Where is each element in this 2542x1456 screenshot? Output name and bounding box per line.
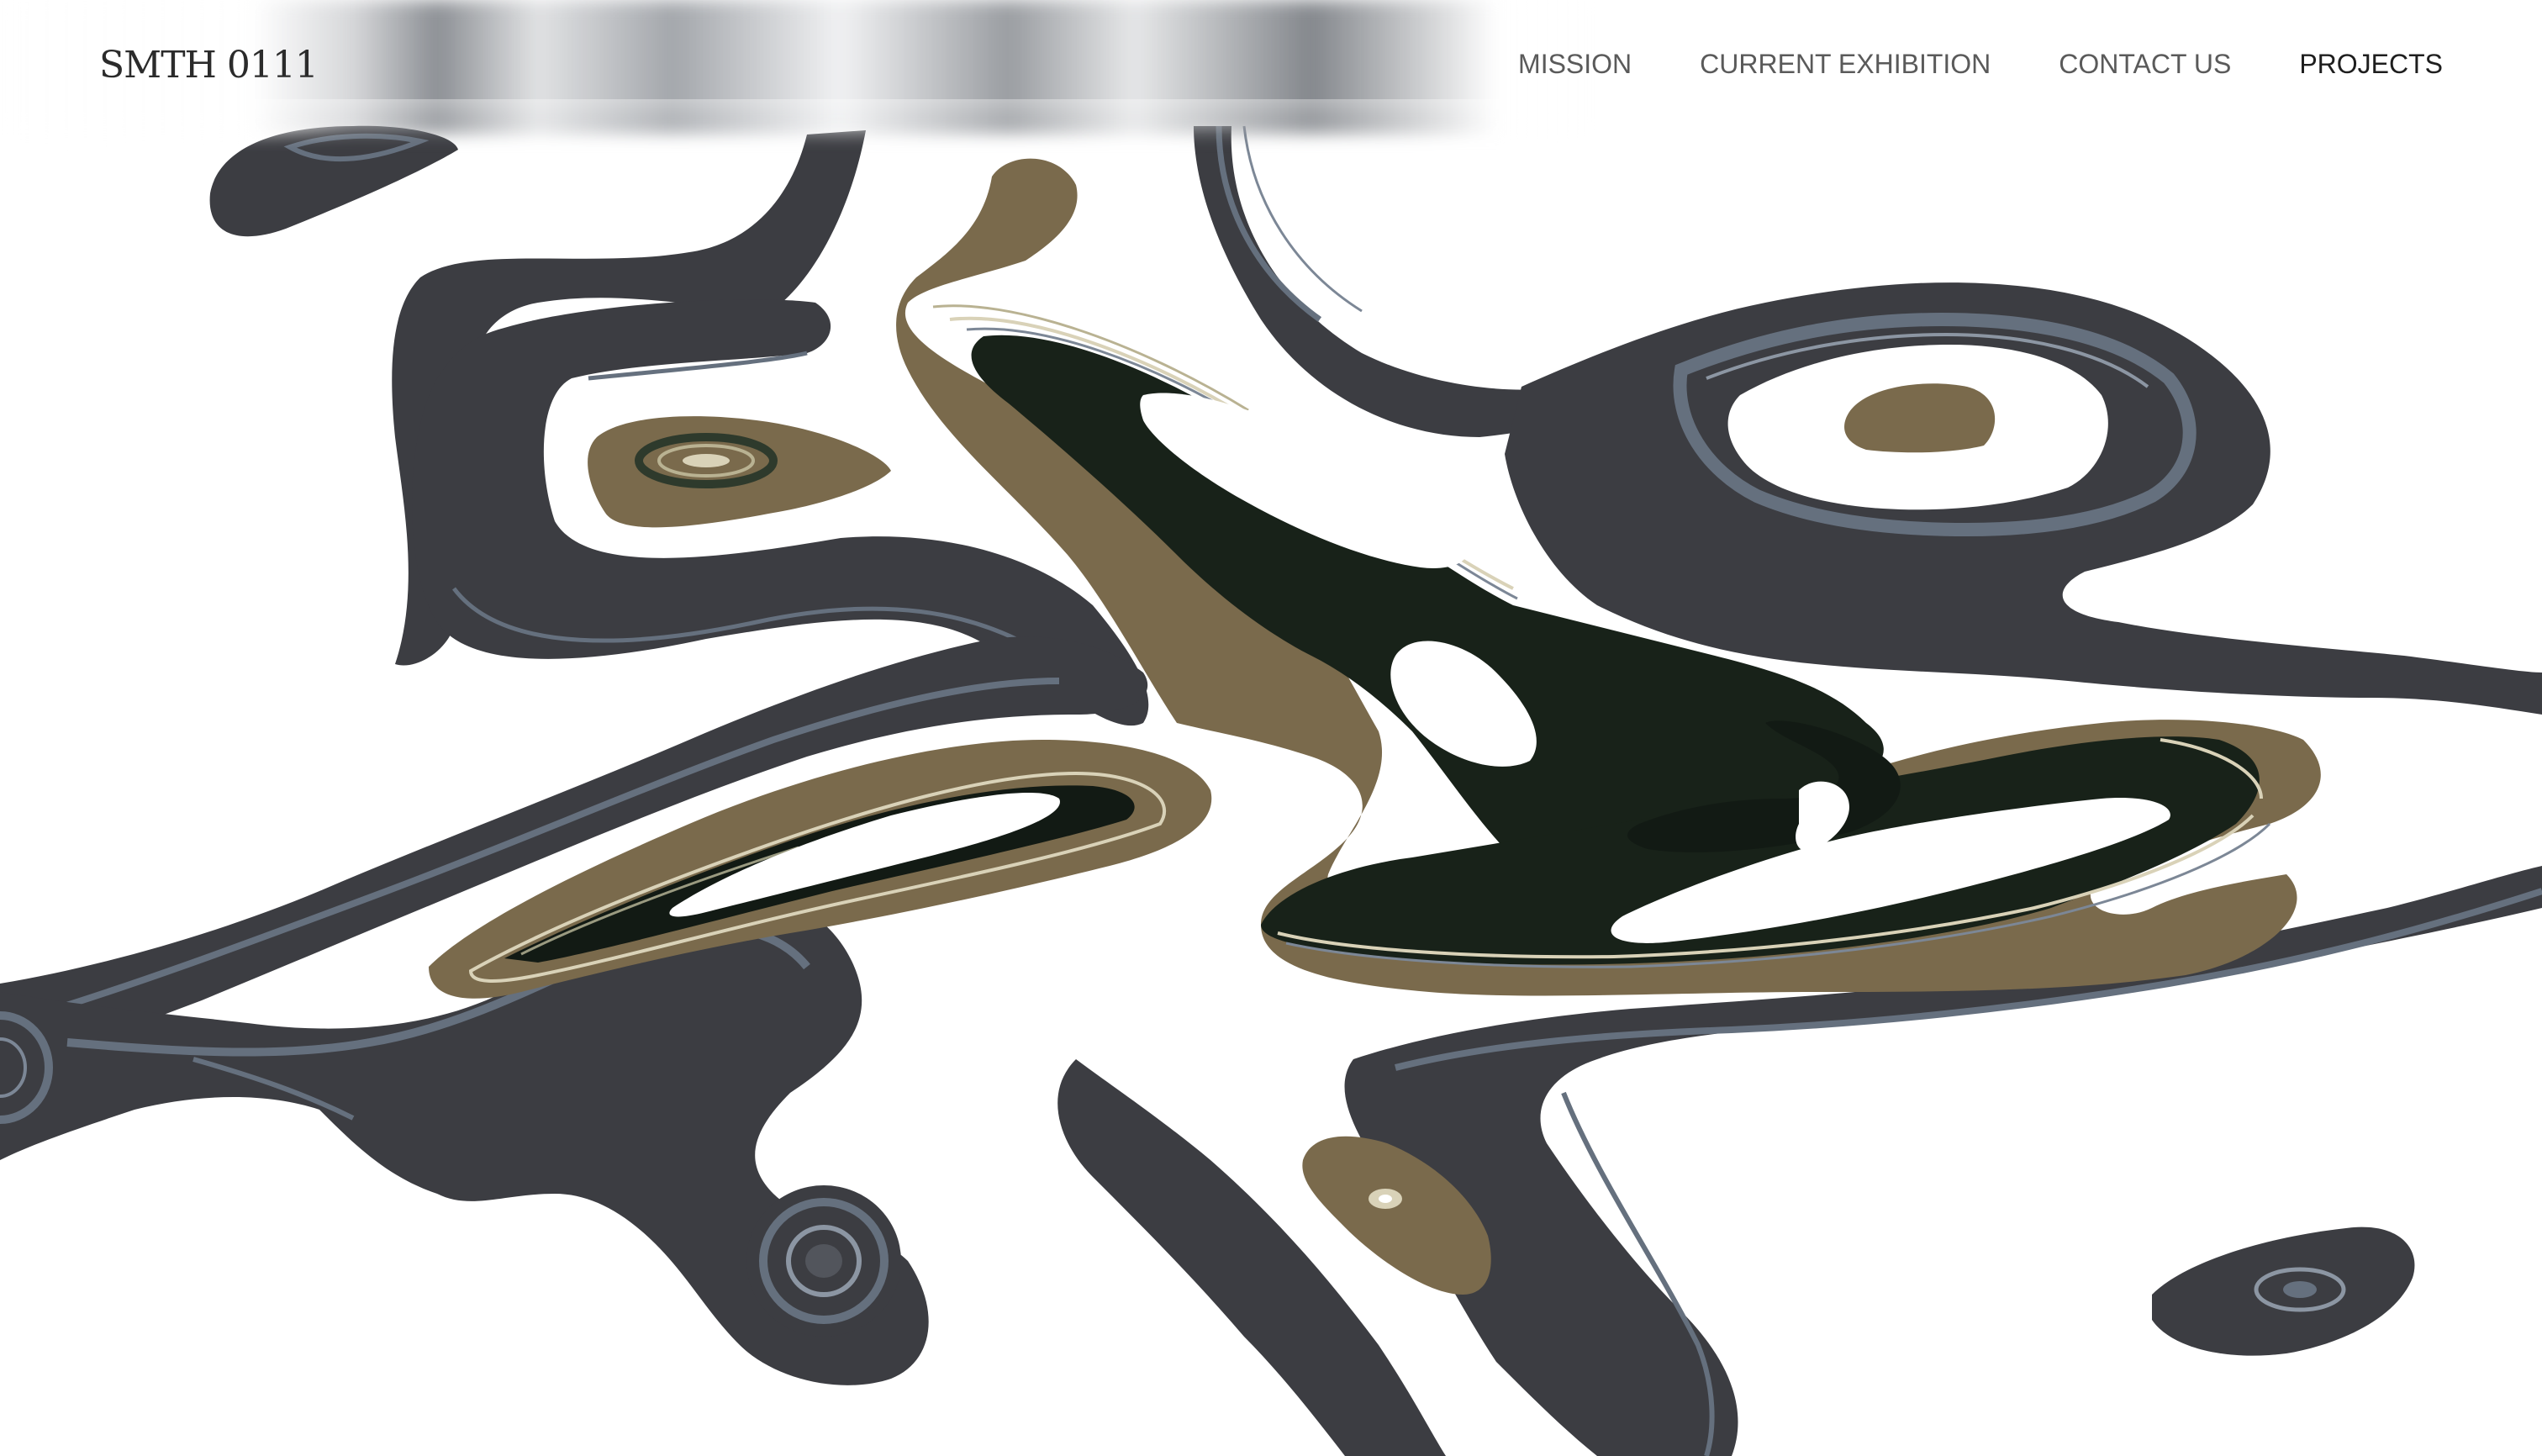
site-header: SMTH 0111 MISSION CURRENT EXHIBITION CON…	[0, 0, 2542, 135]
page: SMTH 0111 MISSION CURRENT EXHIBITION CON…	[0, 0, 2542, 1456]
nav-link-projects[interactable]: PROJECTS	[2299, 46, 2443, 82]
site-logo[interactable]: SMTH 0111	[99, 42, 319, 89]
topographic-artwork	[0, 125, 2542, 1456]
main-nav: MISSION CURRENT EXHIBITION CONTACT US PR…	[1518, 46, 2443, 82]
nav-link-mission[interactable]: MISSION	[1518, 46, 1632, 82]
nav-link-current-exhibition[interactable]: CURRENT EXHIBITION	[1700, 46, 1991, 82]
header-fade	[0, 99, 1597, 135]
nav-link-contact-us[interactable]: CONTACT US	[2059, 46, 2231, 82]
